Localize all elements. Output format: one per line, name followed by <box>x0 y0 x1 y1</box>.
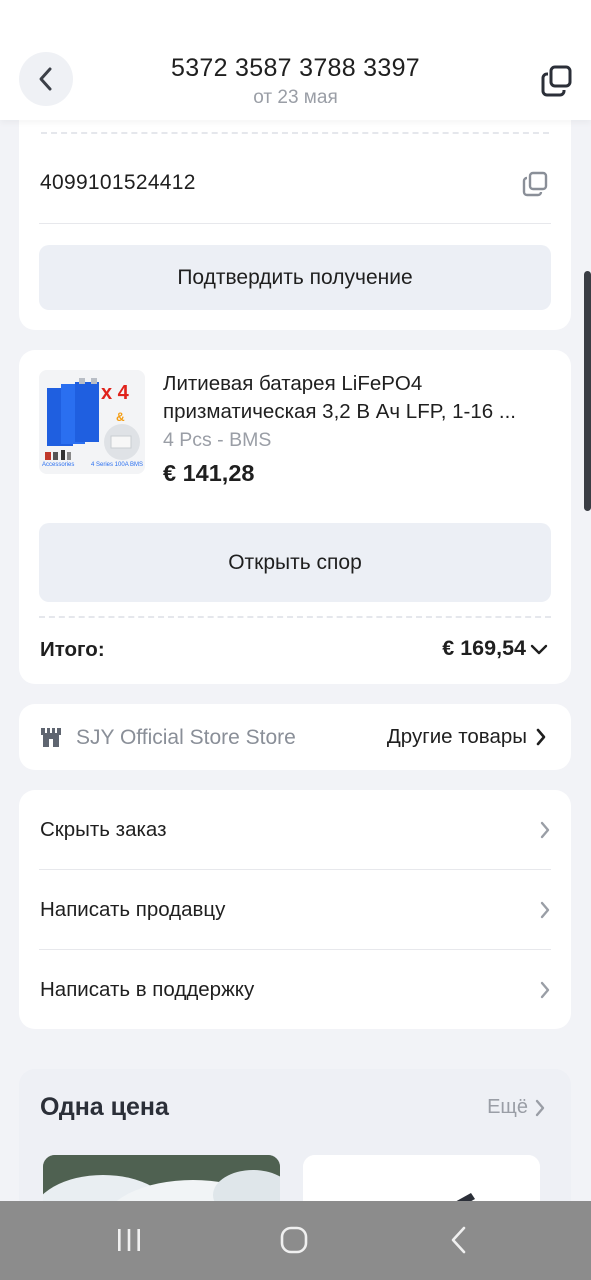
message-seller-label: Написать продавцу <box>40 898 226 921</box>
copy-icon[interactable] <box>540 64 574 98</box>
order-date: от 23 мая <box>253 87 338 108</box>
open-dispute-button[interactable]: Открыть спор <box>39 523 551 602</box>
order-number: 5372 3587 3788 3397 <box>171 54 420 82</box>
see-more-link[interactable]: Ещё <box>487 1096 546 1119</box>
hide-order-row[interactable]: Скрыть заказ <box>39 790 551 870</box>
chevron-right-icon <box>540 981 550 999</box>
product-title[interactable]: Литиевая батарея LiFePO4 призматическая … <box>163 370 555 426</box>
product-title-line1: Литиевая батарея LiFePO4 <box>163 372 423 395</box>
back-icon[interactable] <box>443 1223 477 1257</box>
product-price: € 141,28 <box>163 460 255 486</box>
product-variant: 4 Pcs - BMS <box>163 429 272 451</box>
scroll-indicator[interactable] <box>584 271 591 511</box>
thumb-caption-left: Accessories <box>42 462 75 468</box>
message-seller-row[interactable]: Написать продавцу <box>39 870 551 950</box>
product-card: x 4 & Accessories 4 Series 100A BMS Лити… <box>19 350 571 684</box>
other-products-link[interactable]: Другие товары <box>387 725 547 749</box>
store-name[interactable]: SJY Official Store Store <box>76 726 296 750</box>
thumb-caption-right: 4 Series 100A BMS <box>91 462 144 468</box>
tracking-number: 4099101524412 <box>40 171 196 194</box>
chevron-right-icon <box>535 1099 545 1116</box>
product-title-line2: призматическая 3,2 В Ач LFP, 1-16 ... <box>163 400 516 423</box>
store-card: SJY Official Store Store Другие товары <box>19 704 571 770</box>
total-toggle[interactable]: € 169,54 <box>442 636 548 661</box>
product-thumbnail[interactable]: x 4 & Accessories 4 Series 100A BMS <box>39 370 145 474</box>
hide-order-label: Скрыть заказ <box>40 818 167 841</box>
confirm-receipt-button[interactable]: Подтвердить получение <box>39 245 551 310</box>
tracking-card: 4099101524412 Подтвердить получение <box>19 118 571 330</box>
recent-apps-icon[interactable] <box>112 1223 146 1257</box>
contact-support-label: Написать в поддержку <box>40 978 255 1001</box>
chevron-right-icon <box>540 821 550 839</box>
home-icon[interactable] <box>277 1223 311 1257</box>
total-value: € 169,54 <box>442 636 526 660</box>
contact-support-row[interactable]: Написать в поддержку <box>39 950 551 1030</box>
dashed-divider <box>39 616 551 618</box>
total-label: Итого: <box>40 638 105 661</box>
system-navigation-bar <box>0 1201 591 1280</box>
thumb-ampersand: & <box>116 410 125 424</box>
thumb-badge: x 4 <box>101 382 129 404</box>
divider <box>39 223 551 224</box>
copy-icon[interactable] <box>521 170 549 198</box>
order-actions-card: Скрыть заказ Написать продавцу Написать … <box>19 790 571 1029</box>
chevron-down-icon <box>530 644 548 654</box>
dashed-divider <box>41 132 549 134</box>
see-more-label: Ещё <box>487 1096 528 1118</box>
other-products-label: Другие товары <box>386 725 527 748</box>
chevron-right-icon <box>536 728 546 746</box>
section-title: Одна цена <box>40 1093 169 1121</box>
top-bar: 5372 3587 3788 3397 от 23 мая <box>0 0 591 120</box>
battery-product-image <box>39 370 145 474</box>
chevron-right-icon <box>540 901 550 919</box>
order-details-screen: 5372 3587 3788 3397 от 23 мая 4099101524… <box>0 0 591 1280</box>
store-icon <box>41 728 61 747</box>
